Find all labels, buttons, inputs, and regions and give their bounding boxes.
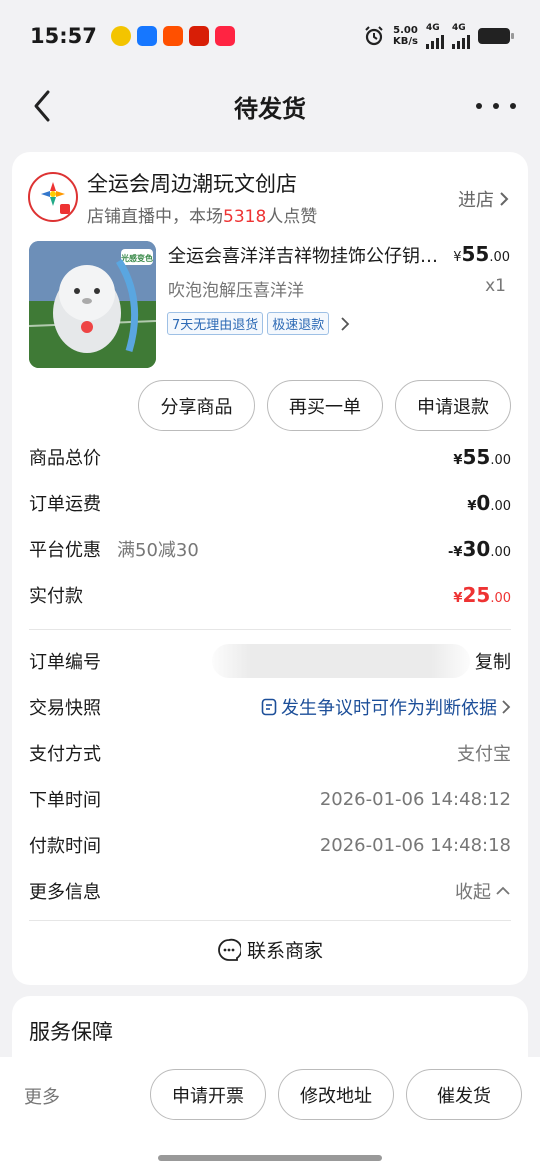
order-card: 全运会周边潮玩文创店 店铺直播中，本场5318人点赞 进店 光感变色 全运会喜洋… [12,152,528,985]
enter-shop-label: 进店 [458,190,494,211]
more-info-row: 更多信息 收起 [29,876,511,906]
trade-snapshot-label: 交易快照 [29,698,101,719]
product-price: ¥55.00 [453,242,510,266]
shop-live-status: 店铺直播中，本场5318人点赞 [87,202,317,227]
battery-icon [478,28,514,44]
order-time-row: 下单时间 2026-01-06 14:48:12 [29,784,511,814]
product-spec: 吹泡泡解压喜洋洋 [168,281,304,301]
modify-address-button[interactable]: 修改地址 [278,1069,394,1120]
nav-bar: 待发货 [0,72,540,140]
trade-snapshot-row[interactable]: 交易快照 发生争议时可作为判断依据 [29,692,511,722]
product-photo-icon: 光感变色 [29,241,156,368]
payment-time-value: 2026-01-06 14:48:18 [319,834,511,856]
home-indicator[interactable] [158,1155,382,1161]
sim2-label: 4G [452,22,466,33]
net-speed-value: 5.00 [393,25,418,36]
shop-logo-icon [41,182,70,214]
notification-icons [110,26,235,46]
sim1-label: 4G [426,22,440,33]
shipping-fee-row: 订单运费 ¥0.00 [29,488,511,518]
request-refund-button[interactable]: 申请退款 [395,380,511,431]
request-invoice-button[interactable]: 申请开票 [150,1069,266,1120]
enter-shop-button[interactable]: 进店 [458,186,510,212]
status-time: 15:57 [30,24,97,48]
urge-shipping-button[interactable]: 催发货 [406,1069,522,1120]
total-price-value: ¥55.00 [453,445,511,469]
actual-paid-label: 实付款 [29,586,83,607]
shop-likes-count: 5318 [223,207,267,227]
service-guarantee-title: 服务保障 [29,1020,113,1044]
payment-time-label: 付款时间 [29,836,101,857]
order-time-label: 下单时间 [29,790,101,811]
contact-merchant-button[interactable]: 联系商家 [12,936,528,963]
platform-discount-value: -¥30.00 [448,537,511,561]
chevron-up-icon [496,886,510,895]
product-image[interactable]: 光感变色 [29,241,156,368]
tag-no-reason-return: 7天无理由退货 [167,312,264,335]
tag-fast-refund: 极速退款 [267,312,330,335]
alarm-icon [365,26,383,46]
payment-method-row: 支付方式 支付宝 [29,738,511,768]
actual-paid-row: 实付款 ¥25.00 [29,580,511,610]
chevron-right-icon [500,192,509,206]
copy-order-number-button[interactable]: 复制 [475,648,511,674]
trade-snapshot-value: 发生争议时可作为判断依据 [281,698,497,719]
payment-method-label: 支付方式 [29,744,101,765]
collapse-button[interactable]: 收起 [455,878,511,904]
app-red-icon [188,26,209,46]
actual-paid-value: ¥25.00 [453,583,511,607]
contact-merchant-label: 联系商家 [246,940,323,962]
product-name[interactable]: 全运会喜洋洋吉祥物挂饰公仔钥匙扣 [168,242,438,268]
product-price-dec: .00 [489,250,510,265]
order-number-redacted [212,644,470,678]
alipay-icon [136,26,157,46]
order-time-value: 2026-01-06 14:48:12 [319,788,511,810]
shop-live-prefix: 店铺直播中，本场 [87,207,223,227]
more-options-icon[interactable] [476,92,516,120]
share-product-button[interactable]: 分享商品 [138,380,255,431]
bottom-buttons: 申请开票 修改地址 催发货 [150,1069,522,1120]
taobao-icon [162,26,183,46]
more-button[interactable]: 更多 [24,1083,60,1109]
chevron-right-icon [341,316,350,331]
document-icon [261,698,277,716]
signal-icon [426,33,444,49]
payment-time-row: 付款时间 2026-01-06 14:48:18 [29,830,511,860]
back-arrow-icon[interactable] [26,86,66,126]
total-price-row: 商品总价 ¥55.00 [29,442,511,472]
page-title: 待发货 [234,94,306,123]
platform-discount-label: 平台优惠 [29,540,101,561]
more-info-label: 更多信息 [29,882,101,903]
order-number-label: 订单编号 [29,652,101,673]
platform-discount-desc: 满50减30 [117,540,199,561]
product-price-int: 55 [461,242,490,266]
payment-method-value: 支付宝 [457,744,511,765]
trade-snapshot-link[interactable]: 发生争议时可作为判断依据 [261,694,511,720]
net-speed-unit: KB/s [393,36,418,47]
divider [29,920,511,921]
bottom-action-bar: 更多 申请开票 修改地址 催发货 [0,1057,540,1172]
net-speed: 5.00 KB/s [393,25,418,47]
xiaohongshu-icon [214,26,235,46]
shipping-fee-label: 订单运费 [29,494,101,515]
chat-bubble-icon [218,938,241,961]
product-actions: 分享商品 再买一单 申请退款 [138,380,511,431]
shop-live-suffix: 人点赞 [266,207,318,227]
product-quantity: x1 [485,276,506,296]
shipping-fee-value: ¥0.00 [467,491,511,515]
divider [29,629,511,630]
shop-name[interactable]: 全运会周边潮玩文创店 [87,168,297,198]
service-tags[interactable]: 7天无理由退货 极速退款 [167,312,351,335]
chevron-right-icon [502,700,511,714]
app-notification-icon [110,26,131,46]
status-bar: 15:57 5.00 KB/s 4G 4G [0,0,540,72]
collapse-label: 收起 [455,882,491,903]
product-image-badge: 光感变色 [120,253,153,263]
platform-discount-row: 平台优惠 满50减30 -¥30.00 [29,534,511,564]
shop-logo[interactable] [28,172,78,222]
total-price-label: 商品总价 [29,448,101,469]
signal-icon [452,33,470,49]
status-indicators: 5.00 KB/s 4G 4G [363,22,514,49]
buy-again-button[interactable]: 再买一单 [267,380,383,431]
